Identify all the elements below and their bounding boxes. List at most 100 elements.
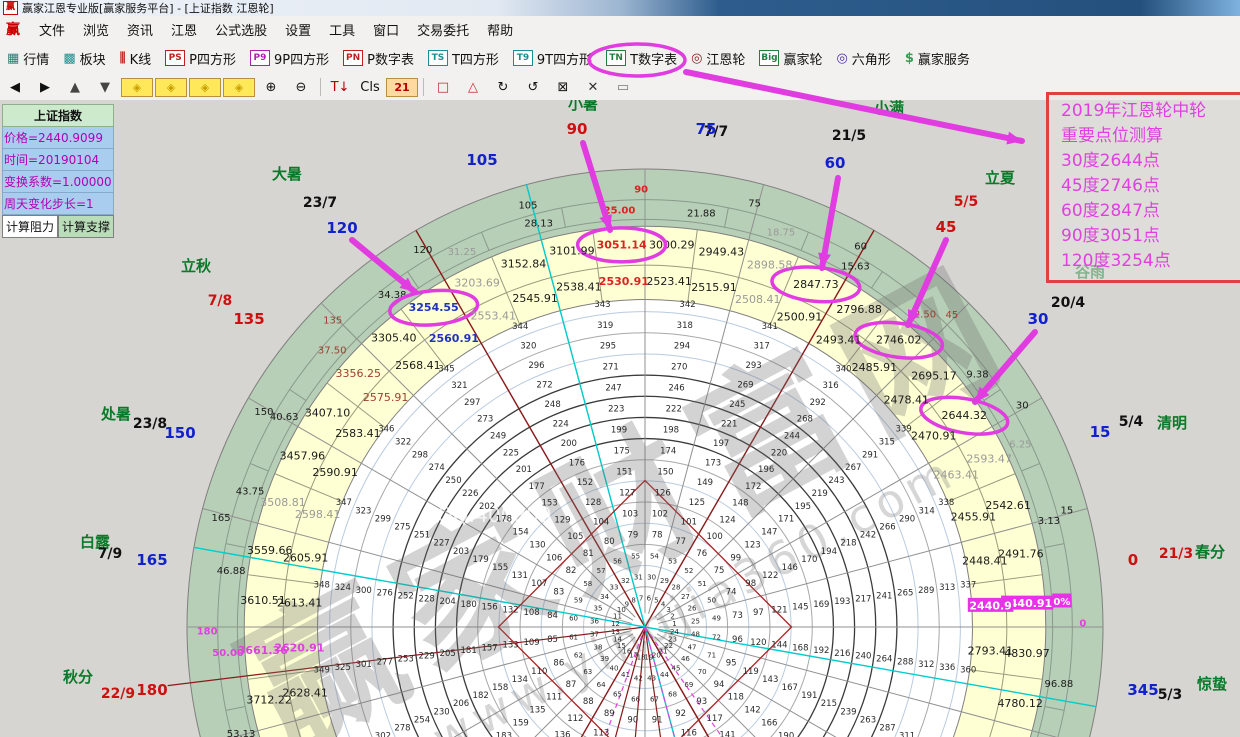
pan-right-icon[interactable]: ◈ [155, 78, 187, 97]
spiral-number: 170 [801, 555, 817, 565]
forward-icon[interactable]: ▶ [30, 78, 60, 97]
zoom-out-icon[interactable]: ⊖ [286, 78, 316, 97]
up-arrow-icon[interactable]: ▲ [60, 78, 90, 97]
inner-price-label: 2545.91 [512, 292, 558, 305]
square-tool-icon[interactable]: □ [428, 78, 458, 97]
rotate-cw-icon[interactable]: ↻ [488, 78, 518, 97]
spiral-number: 104 [593, 517, 609, 527]
spiral-number: 325 [335, 663, 351, 673]
spiral-number: 222 [666, 405, 682, 415]
spiral-number: 202 [479, 502, 495, 512]
seasonal-label: 秋分 [63, 668, 93, 686]
toolbar-button-3[interactable]: PSP四方形 [158, 45, 243, 72]
toolbar-button-12[interactable]: $赢家服务 [898, 45, 977, 72]
spiral-number: 118 [728, 693, 744, 703]
shrink-icon[interactable]: ✕ [578, 78, 608, 97]
spiral-number: 341 [762, 322, 778, 332]
menu-item-2[interactable]: 资讯 [118, 17, 162, 42]
spiral-number: 254 [414, 715, 430, 725]
angle-label: 165 [136, 551, 167, 569]
menu-item-1[interactable]: 浏览 [74, 17, 118, 42]
toolbar-button-2[interactable]: ⫼K线 [113, 45, 159, 72]
menu-item-5[interactable]: 设置 [276, 17, 320, 42]
pan-up-icon[interactable]: ◈ [189, 78, 221, 97]
menu-item-0[interactable]: 文件 [30, 17, 74, 42]
spiral-number: 322 [395, 437, 411, 447]
spiral-number: 29 [660, 577, 669, 585]
toolbar-button-5[interactable]: PNP数字表 [336, 45, 421, 72]
inner-price-label: 2530.91 [599, 275, 649, 288]
box-x-icon[interactable]: ⊠ [548, 78, 578, 97]
menu-item-7[interactable]: 窗口 [364, 17, 408, 42]
angle-label: 15 [1090, 423, 1111, 441]
pct-label-highlight: 0% [1053, 597, 1070, 608]
spiral-number: 339 [896, 425, 912, 435]
spiral-number: 24 [670, 628, 679, 636]
screen-icon[interactable]: ▭ [608, 78, 638, 97]
pan-down-icon[interactable]: ◈ [223, 78, 255, 97]
spiral-number: 111 [546, 693, 562, 703]
menu-item-9[interactable]: 帮助 [478, 17, 522, 42]
inner-price-label: 2463.41 [933, 469, 979, 482]
spiral-number: 110 [531, 667, 547, 677]
spiral-number: 133 [502, 641, 518, 651]
menu-item-6[interactable]: 工具 [320, 17, 364, 42]
rotate-ccw-icon[interactable]: ↺ [518, 78, 548, 97]
spiral-number: 142 [744, 706, 760, 716]
down-arrow-icon[interactable]: ▼ [90, 78, 120, 97]
calc-support-button[interactable]: 计算支撑 [58, 215, 114, 238]
menu-item-4[interactable]: 公式选股 [206, 17, 276, 42]
outer-price-label: 3305.40 [371, 332, 417, 345]
spiral-number: 149 [697, 478, 713, 488]
spiral-number: 252 [398, 591, 414, 601]
outer-price-label: 4780.12 [997, 697, 1043, 710]
seasonal-label: 惊蛰 [1197, 675, 1227, 693]
spiral-number: 68 [668, 691, 677, 699]
inner-price-label: 2620.91 [274, 642, 324, 655]
spiral-number: 88 [583, 697, 594, 707]
spiral-number: 120 [750, 638, 766, 648]
spiral-number: 90 [627, 715, 638, 725]
spiral-number: 228 [419, 594, 435, 604]
toolbar-button-10[interactable]: Big赢家轮 [752, 45, 829, 72]
spiral-number: 246 [668, 384, 684, 394]
spiral-number: 349 [314, 666, 330, 676]
spiral-number: 318 [677, 321, 693, 331]
kline-icon: ⫼ [120, 51, 126, 66]
toolbar-button-1[interactable]: ▩板块 [56, 45, 112, 72]
inner-price-label: 2485.91 [852, 361, 898, 374]
toolbar-button-9[interactable]: ◎江恩轮 [684, 45, 752, 72]
updown-icon[interactable]: T↓ [325, 78, 355, 97]
pct-label: 21.88 [687, 209, 716, 220]
triangle-tool-icon[interactable]: △ [458, 78, 488, 97]
back-icon[interactable]: ◀ [0, 78, 30, 97]
toolbar-button-4[interactable]: P99P四方形 [243, 45, 336, 72]
spiral-number: 249 [490, 432, 506, 442]
spiral-number: 320 [520, 341, 536, 351]
pan-left-icon[interactable]: ◈ [121, 78, 153, 97]
spiral-number: 183 [496, 731, 512, 737]
spiral-number: 57 [597, 567, 606, 575]
calendar-icon[interactable]: 21 [386, 78, 418, 97]
zoom-in-icon[interactable]: ⊕ [256, 78, 286, 97]
inner-price-label: 2448.41 [962, 554, 1008, 567]
spiral-number: 226 [462, 489, 478, 499]
toolbar-button-0[interactable]: ▦行情 [0, 45, 56, 72]
toolbar-button-8[interactable]: TNT数字表 [599, 45, 684, 72]
toolbar-button-6[interactable]: TST四方形 [421, 45, 506, 72]
spiral-number: 198 [663, 426, 679, 436]
toolbar-button-7[interactable]: T99T四方形 [506, 45, 599, 72]
spiral-number: 122 [762, 571, 778, 581]
calc-resistance-button[interactable]: 计算阻力 [2, 215, 58, 238]
degree-tick: 0 [1079, 619, 1086, 630]
spiral-number: 245 [729, 400, 745, 410]
spiral-number: 175 [614, 447, 630, 457]
cls-button[interactable]: Cls [355, 78, 385, 97]
spiral-number: 190 [778, 731, 794, 737]
menu-item-8[interactable]: 交易委托 [408, 17, 478, 42]
date-label: 23/8 [133, 416, 167, 432]
toolbar-button-11[interactable]: ◎六角形 [829, 45, 897, 72]
menu-item-3[interactable]: 江恩 [162, 17, 206, 42]
outer-price-label: 3203.69 [454, 276, 500, 289]
spiral-number: 66 [631, 695, 640, 703]
